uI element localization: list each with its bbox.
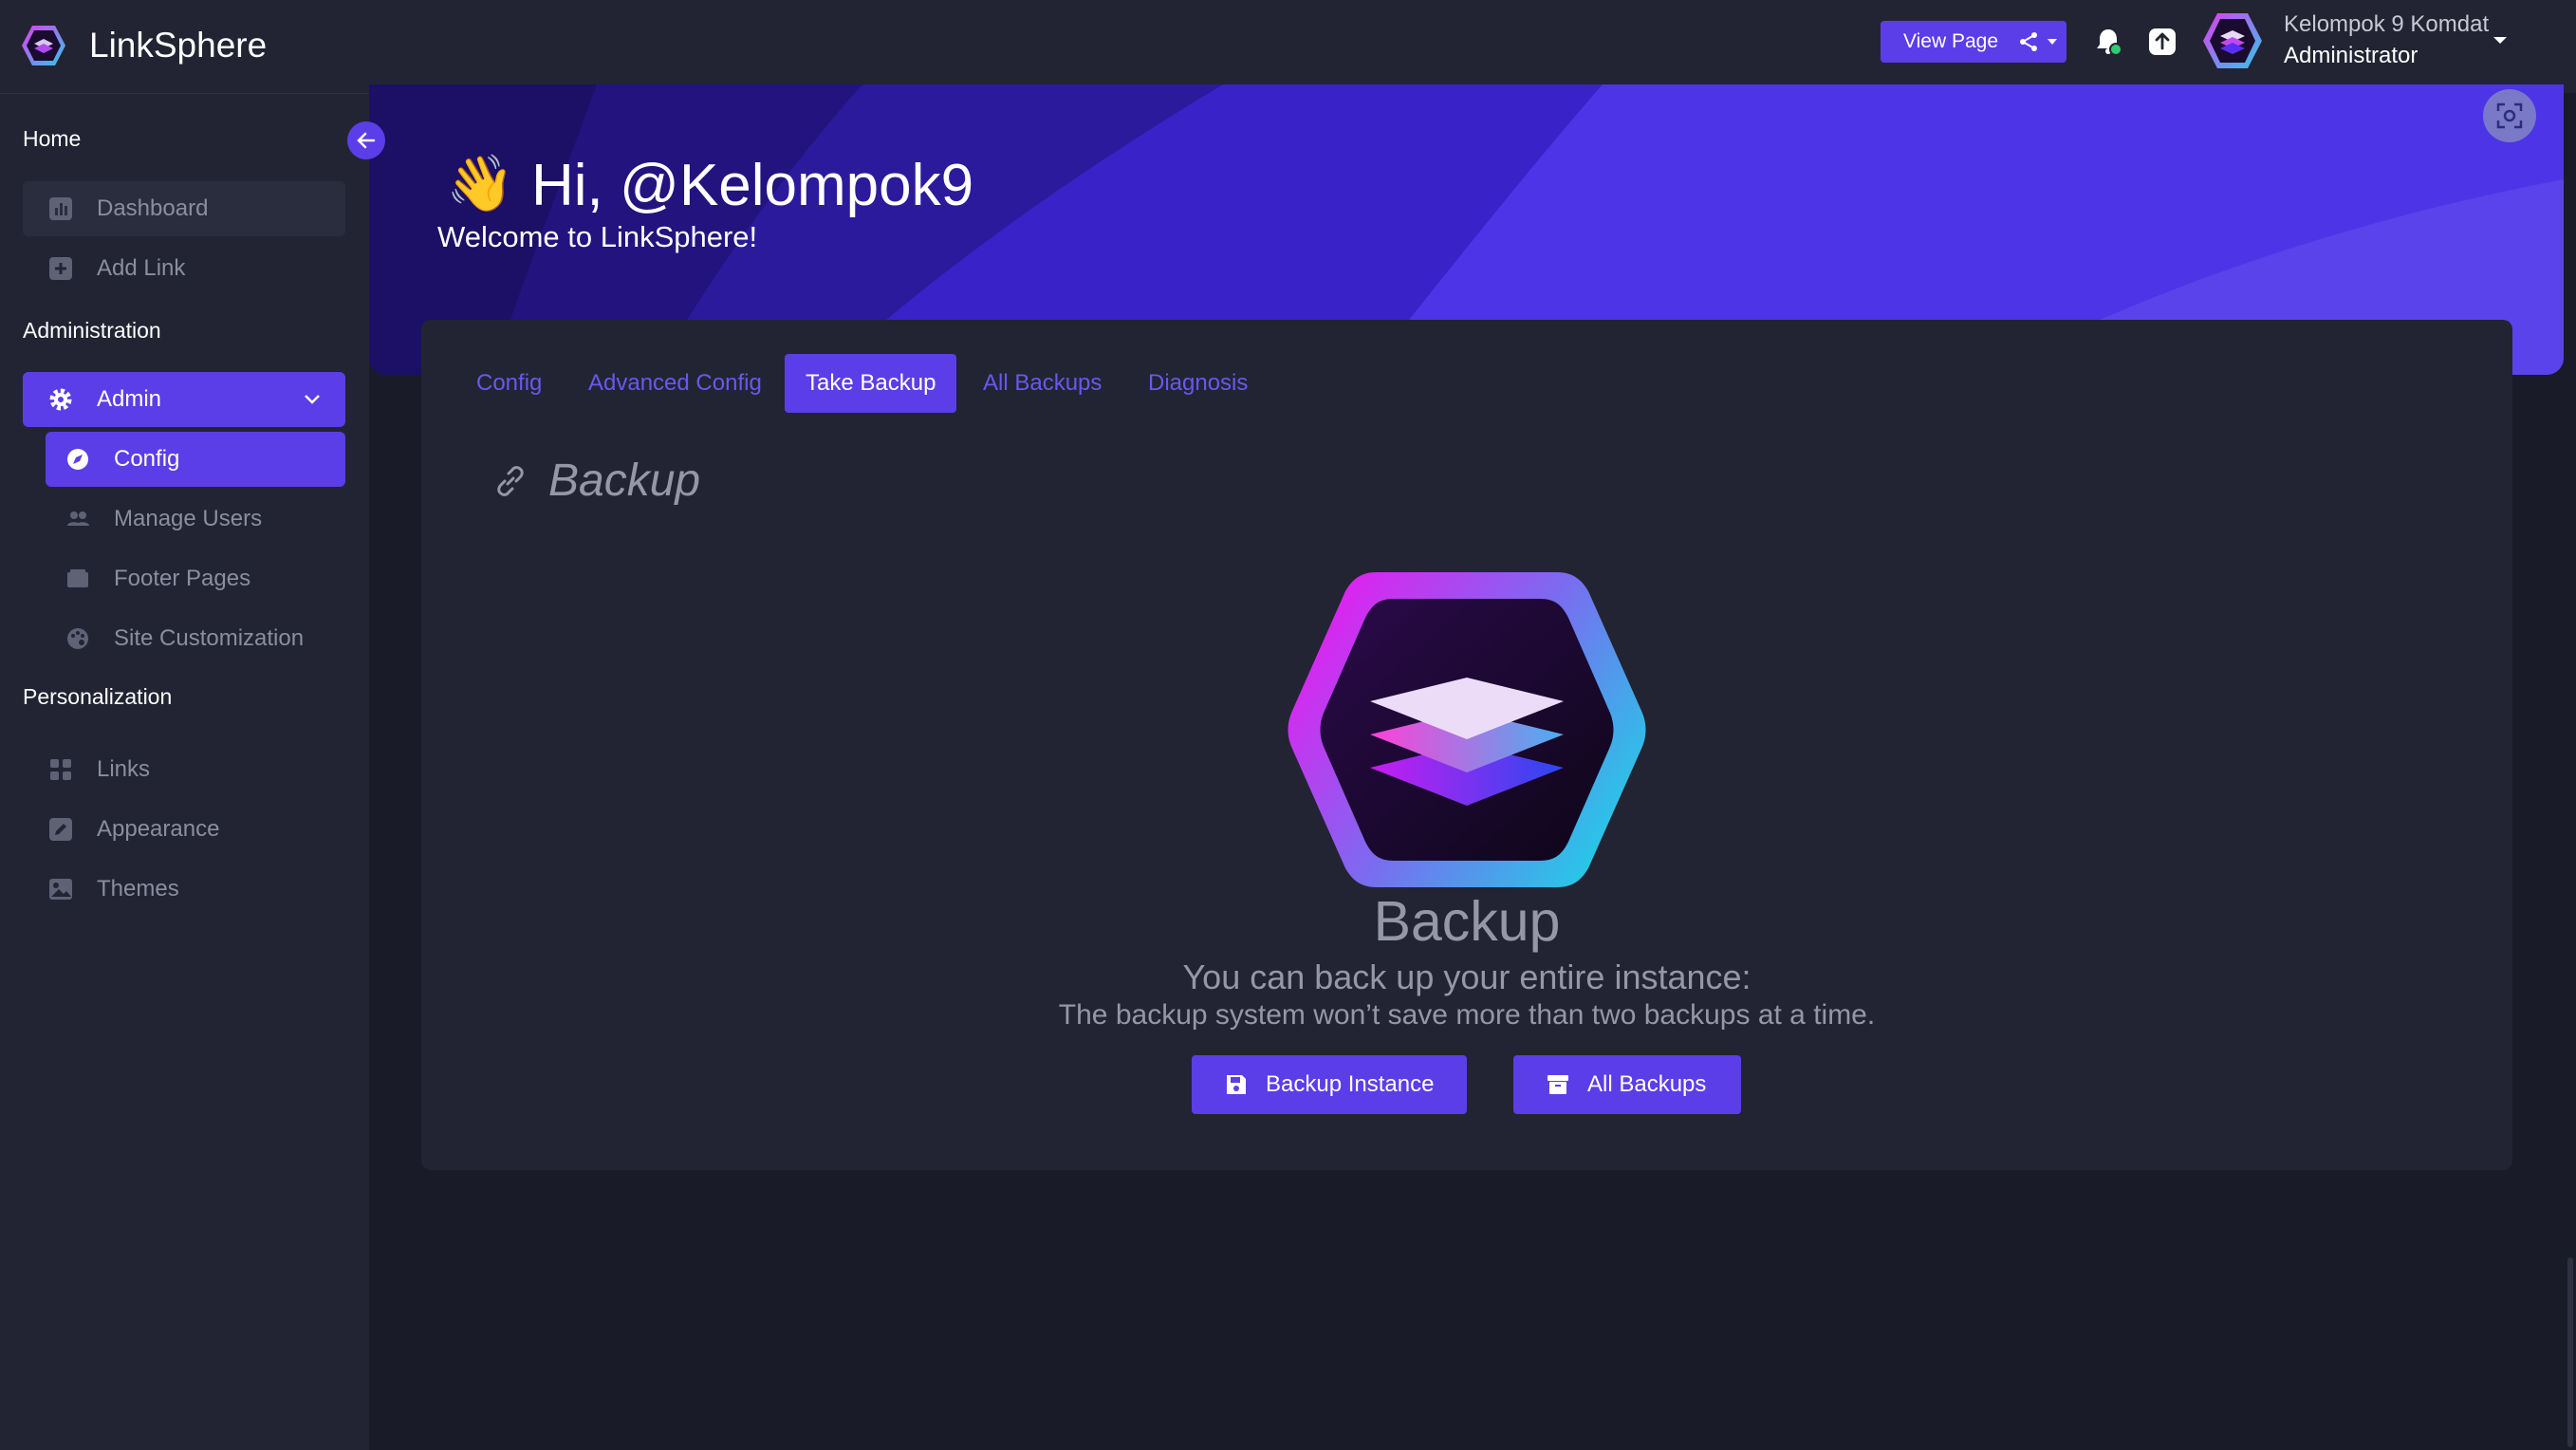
- backup-title: Backup: [1373, 890, 1561, 953]
- compass-icon: [67, 449, 88, 470]
- tab-diagnosis[interactable]: Diagnosis: [1148, 354, 1248, 413]
- sidebar-item-label: Admin: [97, 386, 162, 412]
- view-page-label: View Page: [1903, 30, 1999, 52]
- users-icon: [67, 511, 89, 526]
- greeting-subtitle: Welcome to LinkSphere!: [437, 220, 758, 253]
- all-backups-label: All Backups: [1587, 1071, 1707, 1097]
- backup-logo-icon: [1288, 572, 1646, 887]
- sidebar-item-label: Dashboard: [97, 195, 209, 221]
- upload-icon[interactable]: [2148, 28, 2177, 56]
- folder-icon: [67, 569, 88, 587]
- tab-all-backups[interactable]: All Backups: [983, 354, 1102, 413]
- sidebar-item-themes[interactable]: Themes: [23, 862, 345, 917]
- sidebar-item-site-customization[interactable]: Site Customization: [46, 611, 345, 666]
- backup-note: The backup system won’t save more than t…: [1058, 999, 1876, 1031]
- sidebar-item-label: Links: [97, 756, 151, 782]
- brand[interactable]: LinkSphere: [21, 23, 267, 68]
- avatar[interactable]: [2201, 11, 2264, 70]
- add-icon: [49, 257, 72, 280]
- sidebar-item-dashboard[interactable]: Dashboard: [23, 181, 345, 236]
- view-page-caret-icon[interactable]: [2048, 39, 2057, 45]
- greeting-title: Hi, @Kelompok9: [531, 153, 974, 218]
- sidebar-item-label: Site Customization: [114, 625, 305, 651]
- user-menu-caret-icon[interactable]: [2493, 37, 2507, 44]
- sidebar-item-appearance[interactable]: Appearance: [23, 802, 345, 857]
- save-icon: [1227, 1075, 1246, 1094]
- section-administration: Administration: [23, 318, 161, 343]
- image-icon: [49, 879, 72, 900]
- linksphere-logo-icon: [22, 26, 65, 65]
- palette-icon: [67, 628, 88, 649]
- sidebar-item-links[interactable]: Links: [23, 742, 345, 797]
- notification-icon[interactable]: [2093, 27, 2123, 57]
- sidebar-item-manage-users[interactable]: Manage Users: [46, 492, 345, 547]
- link-icon: [497, 465, 524, 496]
- section-home: Home: [23, 126, 82, 151]
- section-title: Backup: [548, 455, 701, 506]
- sidebar-item-label: Themes: [97, 876, 179, 902]
- backup-instance-label: Backup Instance: [1266, 1071, 1435, 1097]
- backup-instance-button[interactable]: Backup Instance: [1192, 1055, 1467, 1114]
- sidebar-item-label: Footer Pages: [114, 566, 251, 591]
- sidebar-item-label: Config: [114, 446, 180, 472]
- archive-icon: [1547, 1075, 1568, 1094]
- gear-icon: [49, 388, 72, 411]
- section-personalization: Personalization: [23, 684, 173, 709]
- wave-emoji-icon: 👋: [446, 153, 515, 214]
- sidebar-item-admin[interactable]: Admin: [23, 372, 345, 427]
- all-backups-button[interactable]: All Backups: [1513, 1055, 1741, 1114]
- share-icon[interactable]: [2017, 30, 2040, 53]
- sidebar-item-footer-pages[interactable]: Footer Pages: [46, 551, 345, 606]
- sidebar-item-config[interactable]: Config: [46, 432, 345, 487]
- chevron-down-icon[interactable]: [304, 391, 321, 408]
- arrow-left-icon: [357, 132, 376, 149]
- sidebar-item-label: Add Link: [97, 255, 186, 281]
- sidebar-collapse-button[interactable]: [347, 121, 385, 159]
- grid-icon: [50, 759, 71, 780]
- tab-advanced-config[interactable]: Advanced Config: [588, 354, 762, 413]
- user-role: Administrator: [2284, 43, 2418, 68]
- section-heading: Backup: [493, 455, 700, 507]
- tab-take-backup[interactable]: Take Backup: [785, 354, 957, 413]
- sidebar-item-label: Manage Users: [114, 506, 263, 531]
- chart-icon: [49, 197, 72, 220]
- scan-icon: [2496, 102, 2523, 129]
- screenshot-button[interactable]: [2483, 89, 2536, 142]
- tab-config[interactable]: Config: [476, 354, 542, 413]
- edit-icon: [49, 818, 72, 841]
- user-name: Kelompok 9 Komdat: [2284, 11, 2490, 37]
- scrollbar[interactable]: [2567, 1257, 2573, 1447]
- sidebar-item-label: Appearance: [97, 816, 220, 842]
- app-title: LinkSphere: [89, 26, 268, 65]
- view-page-button[interactable]: View Page: [1881, 21, 2066, 63]
- top-bar: LinkSphere View Page Kelompok 9 Komdat A…: [0, 0, 2576, 93]
- sidebar-item-add-link[interactable]: Add Link: [23, 241, 345, 296]
- backup-description: You can back up your entire instance:: [1182, 957, 1751, 996]
- sidebar: Home Dashboard Add Link Administration A…: [0, 93, 369, 1450]
- main-card: Config Advanced Config Take Backup All B…: [421, 320, 2512, 1170]
